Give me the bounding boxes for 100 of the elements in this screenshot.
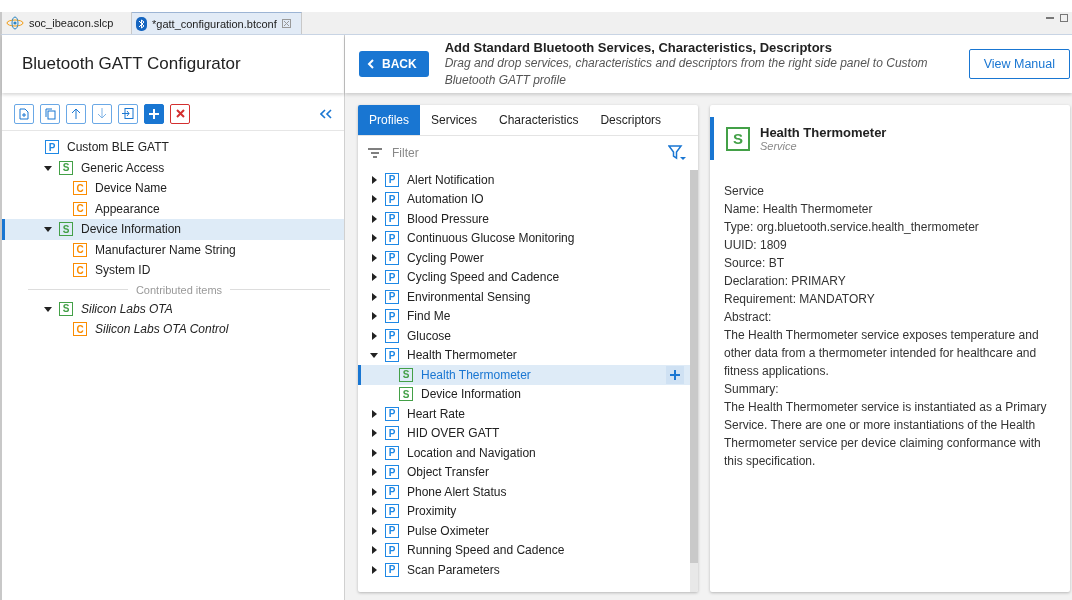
caret-icon[interactable] [370, 214, 378, 223]
tree-item[interactable]: S Silicon Labs OTA [2, 298, 344, 319]
caret-icon[interactable] [370, 526, 378, 535]
profile-badge-icon: P [385, 231, 399, 246]
profile-badge-icon: P [385, 289, 399, 304]
caret-icon[interactable] [44, 163, 52, 172]
profile-badge-icon: P [385, 484, 399, 499]
details-text: Name: Health Thermometer [724, 201, 874, 218]
library-item[interactable]: P Blood Pressure [358, 209, 690, 229]
caret-icon[interactable] [370, 253, 378, 262]
library-item[interactable]: S Health Thermometer [358, 365, 690, 385]
details-text: Service [724, 183, 765, 200]
caret-icon[interactable] [370, 546, 378, 555]
tree-item[interactable]: S Generic Access [2, 157, 344, 178]
arrow-down-icon [97, 108, 107, 119]
profile-badge-icon: P [385, 504, 399, 519]
tree-item[interactable]: C System ID [2, 260, 344, 281]
caret-icon[interactable] [370, 468, 378, 477]
service-badge-icon: S [726, 126, 750, 151]
plus-icon [670, 369, 680, 380]
profile-badge-icon: P [385, 211, 399, 226]
profile-badge-icon: P [385, 250, 399, 265]
profile-badge-icon: P [385, 192, 399, 207]
add-button[interactable] [666, 365, 684, 384]
library-item[interactable]: P Pulse Oximeter [358, 521, 690, 541]
details-text: Declaration: PRIMARY [724, 273, 847, 290]
library-item[interactable]: P Phone Alert Status [358, 482, 690, 502]
tree-item[interactable]: C Device Name [2, 178, 344, 199]
caret-icon[interactable] [370, 487, 378, 496]
header-title: Add Standard Bluetooth Services, Characteristics, Descriptors [444, 39, 833, 55]
collapse-icon[interactable] [320, 108, 332, 119]
library-item[interactable]: P Scan Parameters [358, 560, 690, 580]
library-item[interactable]: P Environmental Sensing [358, 287, 690, 307]
library-item[interactable]: P Cycling Speed and Cadence [358, 267, 690, 287]
arrow-up-icon [71, 108, 81, 119]
library-item[interactable]: P Alert Notification [358, 170, 690, 190]
view-manual-button[interactable]: View Manual [968, 49, 1070, 79]
tree-item[interactable]: C Silicon Labs OTA Control [2, 319, 344, 340]
library-item[interactable]: S Device Information [358, 384, 690, 404]
library-item[interactable]: P Glucose [358, 326, 690, 346]
details-text: The Health Thermometer service exposes temperature and other data from a thermometer intended for healthcare and fitness applications. [724, 327, 1040, 380]
caret-icon[interactable] [370, 312, 378, 321]
library-item[interactable]: P Cycling Power [358, 248, 690, 268]
details-text: Source: BT [724, 255, 786, 272]
library-tab[interactable]: Profiles [358, 105, 420, 135]
tree-item[interactable]: C Appearance [2, 198, 344, 219]
caret-icon[interactable] [370, 409, 378, 418]
details-text: Requirement: MANDATORY [724, 291, 876, 308]
caret-icon[interactable] [370, 234, 378, 243]
tree-item[interactable]: S Device Information [2, 219, 344, 240]
characteristic-badge-icon: C [73, 181, 87, 196]
caret-icon[interactable] [370, 331, 378, 340]
library-item[interactable]: P Object Transfer [358, 462, 690, 482]
caret-icon[interactable] [44, 225, 52, 234]
library-item[interactable]: P Proximity [358, 501, 690, 521]
characteristic-badge-icon: C [73, 263, 87, 278]
tree-item[interactable]: C Manufacturer Name String [2, 239, 344, 260]
import-button[interactable] [118, 103, 138, 124]
library-item[interactable]: P Continuous Glucose Monitoring [358, 228, 690, 248]
atom-icon [6, 16, 24, 30]
maximize-icon[interactable] [1060, 14, 1068, 22]
funnel-icon[interactable] [668, 145, 686, 161]
filter-field[interactable]: Filter [390, 145, 660, 161]
details-text: The Health Thermometer service is instantiated as a Primary Service. There are one or more instantiations of the Health Thermometer service per device claiming conformance with this specification. [724, 399, 1048, 470]
caret-icon[interactable] [370, 429, 378, 438]
caret-icon[interactable] [370, 565, 378, 574]
caret-icon[interactable] [44, 304, 52, 313]
library-item[interactable]: P Location and Navigation [358, 443, 690, 463]
caret-icon[interactable] [370, 507, 378, 516]
caret-icon[interactable] [370, 448, 378, 457]
library-item[interactable]: P Health Thermometer [358, 345, 690, 365]
profile-badge-icon: P [385, 465, 399, 480]
profile-badge-icon: P [385, 309, 399, 324]
library-item[interactable]: P Find Me [358, 306, 690, 326]
tree-item[interactable]: P Custom BLE GATT [2, 137, 344, 158]
back-button[interactable]: BACK [359, 51, 429, 77]
new-file-button[interactable] [14, 103, 34, 124]
profile-badge-icon: P [385, 348, 399, 363]
details-text: Type: org.bluetooth.service.health_thermometer [724, 219, 980, 236]
caret-icon[interactable] [370, 175, 378, 184]
library-item[interactable]: P Running Speed and Cadence [358, 540, 690, 560]
service-badge-icon: S [399, 367, 413, 382]
scrollbar[interactable] [690, 170, 698, 592]
bluetooth-icon [136, 16, 147, 31]
caret-icon[interactable] [370, 292, 378, 301]
minimize-icon[interactable] [1046, 14, 1054, 22]
library-item[interactable]: P Automation IO [358, 189, 690, 209]
filter-lines-icon [368, 148, 382, 158]
characteristic-badge-icon: C [73, 242, 87, 257]
library-item[interactable]: P Heart Rate [358, 404, 690, 424]
editor-tab[interactable]: *gatt_configuration.btconf [132, 12, 302, 34]
caret-icon[interactable] [370, 351, 378, 360]
profile-badge-icon: P [385, 328, 399, 343]
delete-button[interactable] [170, 103, 190, 124]
caret-icon[interactable] [370, 273, 378, 282]
import-icon [122, 108, 134, 119]
add-button[interactable] [144, 103, 164, 124]
library-item[interactable]: P HID OVER GATT [358, 423, 690, 443]
plus-icon [149, 108, 159, 119]
caret-icon[interactable] [370, 195, 378, 204]
